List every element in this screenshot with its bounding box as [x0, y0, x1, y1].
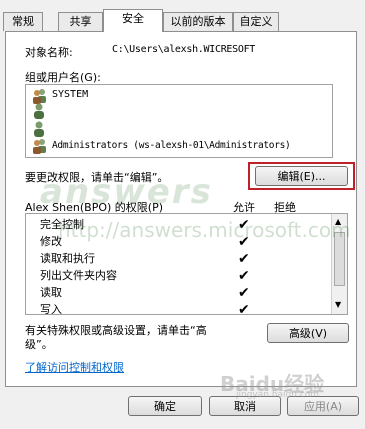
allow-check-icon: ✔	[238, 268, 250, 284]
scroll-down-icon[interactable]: ▼	[335, 300, 341, 309]
permission-name: 修改	[40, 235, 62, 248]
advanced-button[interactable]: 高级(V)	[267, 323, 349, 343]
group-item-administrators[interactable]: Administrators (ws-alexsh-01\Administrat…	[52, 140, 291, 151]
users-icon	[31, 88, 49, 104]
user-icon	[32, 103, 46, 119]
tab-sharing[interactable]: 共享	[58, 12, 103, 31]
groups-label: 组或用户名(G):	[25, 71, 101, 84]
change-hint: 要更改权限，请单击“编辑”。	[25, 171, 169, 184]
permission-name: 列出文件夹内容	[40, 269, 117, 282]
tab-general[interactable]: 常规	[3, 12, 43, 31]
allow-check-icon: ✔	[238, 251, 250, 267]
user-icon	[32, 121, 46, 137]
permissions-list[interactable]: 完全控制 ✔ 修改 ✔ 读取和执行 ✔ 列出文件夹内容 ✔ 读取 ✔ 写入 ✔ …	[25, 213, 348, 315]
group-item-system[interactable]: SYSTEM	[52, 89, 88, 100]
allow-check-icon: ✔	[238, 234, 250, 250]
allow-check-icon: ✔	[238, 285, 250, 301]
users-icon	[31, 138, 49, 154]
allow-check-icon: ✔	[238, 302, 250, 315]
tab-bar: 常规 共享 安全 以前的版本 自定义	[0, 0, 365, 32]
object-name-label: 对象名称:	[25, 46, 73, 59]
scroll-thumb[interactable]	[334, 232, 345, 286]
learn-access-control-link[interactable]: 了解访问控制和权限	[25, 359, 124, 375]
tab-security[interactable]: 安全	[103, 9, 163, 32]
ok-button[interactable]: 确定	[128, 396, 202, 416]
advanced-hint-line2: 级”。	[25, 338, 53, 351]
cancel-button[interactable]: 取消	[209, 396, 281, 416]
tab-previous-versions[interactable]: 以前的版本	[163, 12, 233, 31]
permission-name: 写入	[40, 303, 62, 315]
permission-name: 读取	[40, 286, 62, 299]
object-name-value: C:\Users\alexsh.WICRESOFT	[112, 44, 256, 55]
groups-list[interactable]: SYSTEM Administrators (ws-alexsh-01\Admi…	[25, 84, 333, 158]
edit-button[interactable]: 编辑(E)...	[255, 166, 348, 186]
permissions-scrollbar[interactable]: ▲ ▼	[331, 214, 347, 314]
permission-name: 读取和执行	[40, 252, 95, 265]
scroll-up-icon[interactable]: ▲	[335, 217, 341, 226]
apply-button[interactable]: 应用(A)	[287, 396, 359, 416]
allow-check-icon: ✔	[238, 217, 250, 233]
permission-name: 完全控制	[40, 218, 84, 231]
tab-customize[interactable]: 自定义	[233, 12, 279, 31]
